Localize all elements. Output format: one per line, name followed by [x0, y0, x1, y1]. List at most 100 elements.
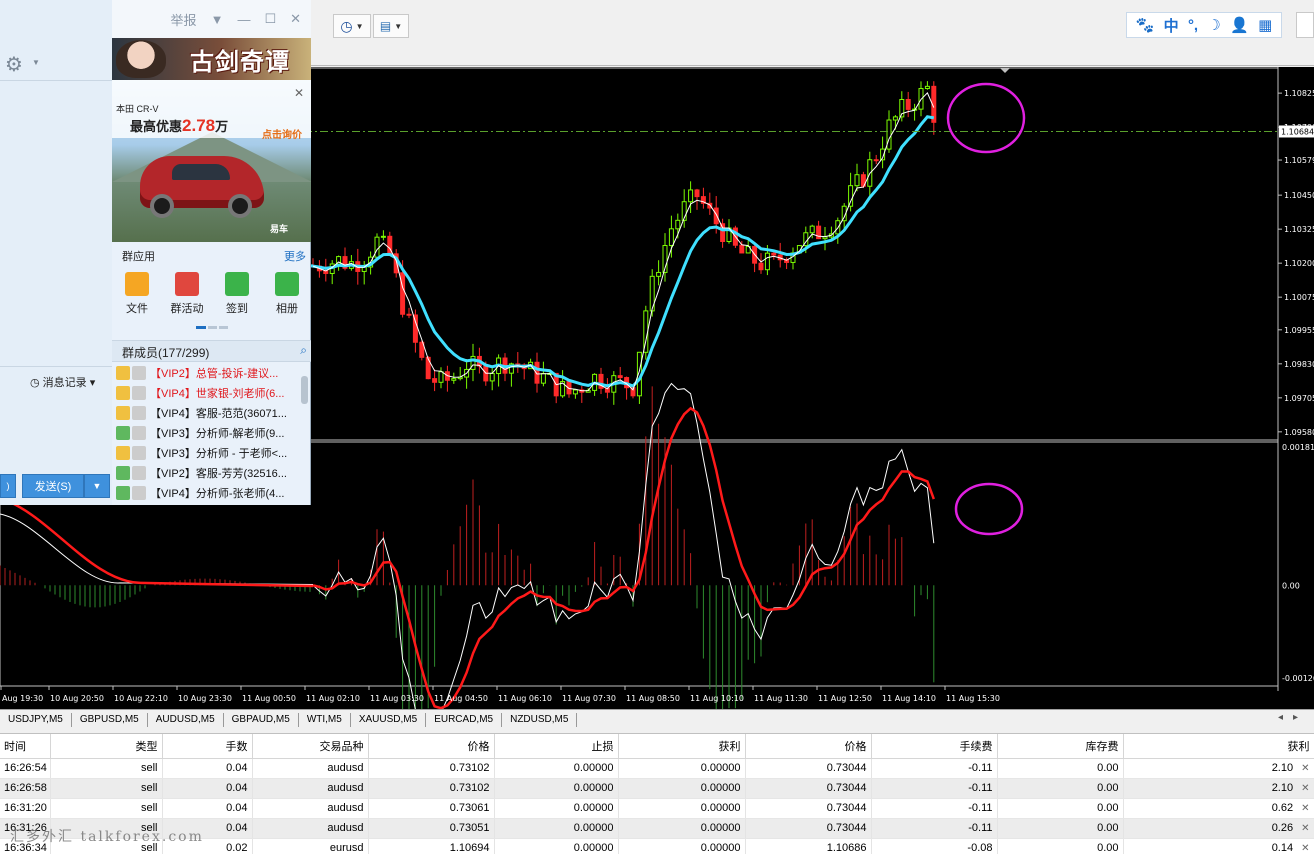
table-cell: sell: [50, 778, 163, 799]
group-app-3[interactable]: 相册: [267, 272, 307, 316]
group-app-1[interactable]: 群活动: [167, 272, 207, 316]
send-button[interactable]: 发送(S): [22, 474, 84, 498]
table-cell: 0.73044: [745, 798, 872, 819]
table-cell: -0.11: [871, 778, 998, 799]
symbol-tab[interactable]: GBPAUD,M5: [224, 712, 299, 727]
cell-value: 0.04: [226, 782, 248, 794]
group-app-0[interactable]: 文件: [117, 272, 157, 316]
indicator-tick-label: 0.00: [1282, 581, 1300, 590]
close-position-icon[interactable]: ✕: [1301, 803, 1309, 814]
user-icon[interactable]: 👤: [1230, 16, 1249, 34]
member-item[interactable]: 【VIP3】分析师-解老师(9...: [112, 423, 300, 443]
table-cell: 0.00000: [494, 798, 619, 819]
report-button[interactable]: 举报: [171, 10, 197, 29]
table-cell: 0.00000: [618, 838, 746, 854]
table-cell: 2.10 ✕: [1123, 778, 1314, 799]
close-chat-button[interactable]: ): [0, 474, 16, 498]
tab-scroll-arrows[interactable]: ◂▸: [1278, 712, 1308, 723]
qq-title-bar: 举报 ▼ — ☐ ✕: [112, 0, 311, 38]
ad-cta[interactable]: 点击询价: [262, 126, 302, 141]
send-options-button[interactable]: ▼: [84, 474, 110, 498]
time-label: 11 Aug 12:50: [818, 694, 872, 703]
column-header[interactable]: 获利: [1123, 734, 1314, 759]
column-header[interactable]: 类型: [50, 734, 163, 759]
table-row[interactable]: 16:31:20 sell 0.04 audusd 0.73061 0.00000 0.00…: [0, 798, 1314, 819]
member-item[interactable]: 【VIP4】分析师-张老师(4...: [112, 483, 300, 503]
chinese-mode-icon[interactable]: 中: [1164, 15, 1179, 36]
column-header[interactable]: 价格: [368, 734, 495, 759]
member-item[interactable]: 【VIP4】客服-范范(36071...: [112, 403, 300, 423]
table-cell: -0.11: [871, 818, 998, 839]
symbol-tab[interactable]: USDJPY,M5: [0, 712, 72, 727]
chevron-down-icon[interactable]: ▼: [32, 58, 40, 67]
close-position-icon[interactable]: ✕: [1301, 763, 1309, 774]
car-wheel: [150, 194, 174, 218]
grid-icon[interactable]: ▦: [1258, 16, 1272, 34]
pager-dots[interactable]: [196, 326, 228, 329]
symbol-tab[interactable]: WTI,M5: [299, 712, 351, 727]
time-label: 11 Aug 15:30: [946, 694, 1000, 703]
candle-body: [809, 225, 815, 234]
punctuation-icon[interactable]: °,: [1188, 17, 1198, 34]
more-link[interactable]: 更多: [284, 248, 306, 264]
chart-template-button[interactable]: ▤ ▼: [373, 14, 409, 38]
table-cell: 0.73102: [368, 778, 495, 799]
table-cell: 16:26:58: [0, 778, 51, 799]
member-item[interactable]: 【VIP4】世家银-刘老师(6...: [112, 383, 300, 403]
symbol-tab[interactable]: GBPUSD,M5: [72, 712, 148, 727]
paw-icon[interactable]: 🐾: [1136, 16, 1155, 34]
cell-value: 1.10694: [449, 842, 490, 854]
symbol-tab[interactable]: AUDUSD,M5: [148, 712, 224, 727]
column-header[interactable]: 获利: [618, 734, 746, 759]
macd-line: [312, 382, 935, 749]
price-tick-label: 1.10325: [1284, 225, 1314, 234]
price-tick-label: 1.09830: [1284, 360, 1314, 369]
column-header[interactable]: 手数: [162, 734, 253, 759]
candle-body: [764, 252, 770, 271]
clock-button[interactable]: ◷ ▼: [333, 14, 371, 38]
candle-body: [406, 313, 412, 316]
time-label: 11 Aug 02:10: [306, 694, 360, 703]
member-role-icon: [116, 426, 130, 440]
maximize-icon[interactable]: ☐: [264, 11, 276, 27]
symbol-tab[interactable]: XAUUSD,M5: [351, 712, 427, 727]
column-header[interactable]: 时间: [0, 734, 51, 759]
scrollbar[interactable]: [301, 376, 308, 404]
symbol-tab[interactable]: EURCAD,M5: [426, 712, 503, 727]
ad-brand: 本田 CR-V: [116, 104, 159, 114]
car-ad[interactable]: 本田 CR-V 最高优惠2.78万 点击询价 ✕ 易车: [112, 80, 311, 242]
column-header[interactable]: 库存费: [997, 734, 1124, 759]
column-header[interactable]: 手续费: [871, 734, 998, 759]
close-icon[interactable]: ✕: [294, 86, 304, 100]
message-history-button[interactable]: ◷ 消息记录 ▾: [30, 374, 95, 390]
symbol-tab[interactable]: NZDUSD,M5: [502, 712, 578, 727]
close-position-icon[interactable]: ✕: [1301, 843, 1309, 854]
table-row[interactable]: 16:26:54 sell 0.04 audusd 0.73102 0.00000 0.00…: [0, 758, 1314, 779]
cell-value: 0.00000: [700, 822, 741, 834]
cell-value: audusd: [327, 802, 364, 814]
minimize-icon[interactable]: —: [237, 12, 250, 27]
search-icon[interactable]: ⌕: [300, 343, 307, 358]
column-header[interactable]: 止损: [494, 734, 619, 759]
notification-button[interactable]: [1296, 12, 1314, 38]
close-icon[interactable]: ✕: [290, 11, 301, 27]
chevron-down-icon: ▾: [86, 377, 96, 389]
table-cell: 0.62 ✕: [1123, 798, 1314, 819]
close-position-icon[interactable]: ✕: [1301, 783, 1309, 794]
moon-icon[interactable]: ☽: [1207, 16, 1220, 34]
member-item[interactable]: 【VIP2】总管-投诉-建议...: [112, 363, 300, 383]
group-app-2[interactable]: 签到: [217, 272, 257, 316]
member-item[interactable]: 【VIP2】客服-芳芳(32516...: [112, 463, 300, 483]
cell-value: 0.00000: [573, 822, 614, 834]
member-item[interactable]: 【VIP3】分析师 - 于老师<...: [112, 443, 300, 463]
column-header[interactable]: 价格: [745, 734, 872, 759]
gear-icon[interactable]: ⚙: [5, 52, 23, 77]
game-ad-banner[interactable]: 古剑奇谭: [112, 38, 311, 80]
car-image: [140, 156, 264, 218]
table-cell: 0.26 ✕: [1123, 818, 1314, 839]
table-row[interactable]: 16:26:58 sell 0.04 audusd 0.73102 0.00000 0.00…: [0, 778, 1314, 799]
clock-icon: ◷: [30, 377, 43, 389]
close-position-icon[interactable]: ✕: [1301, 823, 1309, 834]
chevron-down-icon[interactable]: ▼: [211, 12, 224, 27]
column-header[interactable]: 交易品种: [252, 734, 369, 759]
